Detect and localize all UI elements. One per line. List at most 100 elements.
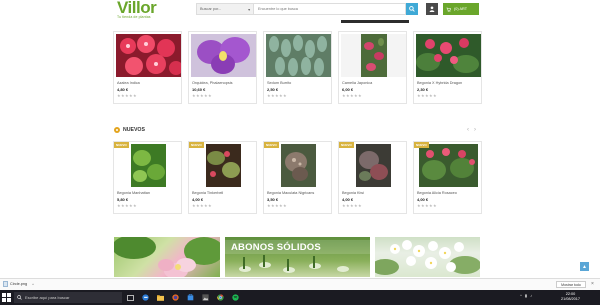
search-category-select[interactable]: Buscar por... ▾ [196,3,254,15]
product-name[interactable]: Camelia Japonica [342,81,372,85]
file-icon [3,281,8,287]
product-card[interactable]: NUEVO Begonia Manhattan 5,80 € ★★★★★ [113,141,182,214]
chevron-left-icon[interactable]: ‹ [467,127,469,133]
product-card[interactable]: NUEVO Begonia Maculata Nigricans 3,50 € … [263,141,332,214]
promo-banner-white-flowers[interactable] [375,237,480,277]
product-card[interactable]: NUEVO Begonia Tinkerbell 4,00 € ★★★★★ [188,141,257,214]
product-image[interactable] [116,144,181,187]
promo-banner-flowers[interactable] [114,237,220,277]
new-products-row: NUEVO Begonia Manhattan 5,80 € ★★★★★ NUE… [113,141,482,214]
new-badge: NUEVO [264,142,279,148]
volume-icon[interactable]: ♪ [530,293,532,298]
network-icon[interactable]: ▮ [525,293,527,298]
product-rating: ★★★★★ [342,93,362,98]
product-image[interactable] [416,144,481,187]
new-badge: NUEVO [414,142,429,148]
search-bar: Buscar por... ▾ [196,3,418,15]
firefox-icon[interactable] [171,293,180,302]
product-image[interactable] [266,144,331,187]
arrow-up-icon: ▲ [582,263,587,270]
product-image[interactable] [191,34,256,77]
product-image[interactable] [116,34,181,77]
browser-page: Villor Tu tienda de plantas Buscar por..… [0,0,600,305]
product-image[interactable] [341,34,406,77]
product-card[interactable]: Camelia Japonica 6,00 € ★★★★★ [338,31,407,104]
taskbar-search[interactable]: Escribe aquí para buscar [14,292,122,303]
product-price: 4,00 € [192,197,204,202]
product-rating: ★★★★★ [117,93,137,98]
search-icon [17,295,22,300]
logo-text: Villor [117,0,157,17]
product-rating: ★★★★★ [192,203,212,208]
section-heading-nuevos: NUEVOS [114,127,145,133]
product-name[interactable]: Orquidea, Phalaenopsis [192,81,233,85]
product-price: 4,00 € [342,197,354,202]
task-view-icon[interactable] [126,293,135,302]
product-card[interactable]: Azalea Indica 4,80 € ★★★★★ [113,31,182,104]
cart-label: (0) ART [454,7,468,11]
section-title: NUEVOS [123,127,145,133]
product-image[interactable] [266,34,331,77]
product-rating: ★★★★★ [342,203,362,208]
search-button[interactable] [406,3,418,15]
edge-icon[interactable] [141,293,150,302]
search-icon [409,6,415,12]
product-price: 2,30 € [417,87,429,92]
product-image[interactable] [416,34,481,77]
new-badge: NUEVO [189,142,204,148]
banner-title: ABONOS SÓLIDOS [231,242,321,253]
site-header: Villor Tu tienda de plantas Buscar por..… [0,0,600,20]
close-icon[interactable]: × [591,281,594,287]
product-name[interactable]: Azalea Indica [117,81,140,85]
browser-download-bar: Circle.png ^ Mostrar todo × [0,278,600,290]
cart-button[interactable]: (0) ART [443,3,479,15]
store-icon[interactable] [186,293,195,302]
download-item[interactable]: Circle.png ^ [3,281,34,287]
product-card[interactable]: NUEVO Begonia Kiwi 4,00 € ★★★★★ [338,141,407,214]
product-card[interactable]: Begonia X Hybrida Dragon 2,30 € ★★★★★ [413,31,482,104]
product-name[interactable]: Begonia X Hybrida Dragon [417,81,462,85]
product-card[interactable]: Orquidea, Phalaenopsis 10,60 € ★★★★★ [188,31,257,104]
logo-tagline: Tu tienda de plantas [117,15,151,19]
top-products-row: Azalea Indica 4,80 € ★★★★★ Orquidea, Pha… [113,31,482,104]
product-image[interactable] [191,144,256,187]
photos-icon[interactable] [201,293,210,302]
cart-icon [446,7,451,12]
search-input[interactable] [254,3,406,15]
product-rating: ★★★★★ [192,93,212,98]
product-card[interactable]: NUEVO Begonia Alicia Rosaceo 4,00 € ★★★★… [413,141,482,214]
product-price: 3,50 € [267,197,279,202]
promo-banner-fertilizer[interactable]: ABONOS SÓLIDOS [225,237,370,277]
windows-taskbar: Escribe aquí para buscar ^ ▮ ♪ 22:00 21/… [0,290,600,305]
product-name[interactable]: Begonia Alicia Rosaceo [417,191,457,195]
product-rating: ★★★★★ [267,93,287,98]
product-image[interactable] [341,144,406,187]
windows-start-icon[interactable] [2,293,11,302]
account-button[interactable] [426,3,438,15]
taskbar-search-placeholder: Escribe aquí para buscar [25,295,70,300]
search-category-label: Buscar por... [200,7,222,11]
product-price: 10,60 € [192,87,206,92]
product-name[interactable]: Begonia Kiwi [342,191,364,195]
product-rating: ★★★★★ [267,203,287,208]
product-name[interactable]: Begonia Maculata Nigricans [267,191,314,195]
file-explorer-icon[interactable] [156,293,165,302]
site-logo[interactable]: Villor Tu tienda de plantas [117,0,157,19]
product-price: 4,80 € [117,87,129,92]
product-name[interactable]: Sedum Burrito [267,81,291,85]
new-badge: NUEVO [339,142,354,148]
scroll-to-top-button[interactable]: ▲ [580,262,589,271]
spotify-icon[interactable] [231,293,240,302]
show-all-downloads-button[interactable]: Mostrar todo [556,281,586,288]
chevron-up-icon[interactable]: ^ [32,282,34,287]
taskbar-clock[interactable]: 22:00 21/08/2017 [561,292,580,302]
product-rating: ★★★★★ [117,203,137,208]
product-name[interactable]: Begonia Manhattan [117,191,150,195]
chevron-up-icon[interactable]: ^ [520,293,522,298]
chevron-right-icon[interactable]: › [474,127,476,133]
clock-date: 21/08/2017 [561,297,581,301]
chrome-icon[interactable] [216,293,225,302]
product-card[interactable]: Sedum Burrito 2,50 € ★★★★★ [263,31,332,104]
product-name[interactable]: Begonia Tinkerbell [192,191,223,195]
chevron-down-icon: ▾ [248,7,250,12]
